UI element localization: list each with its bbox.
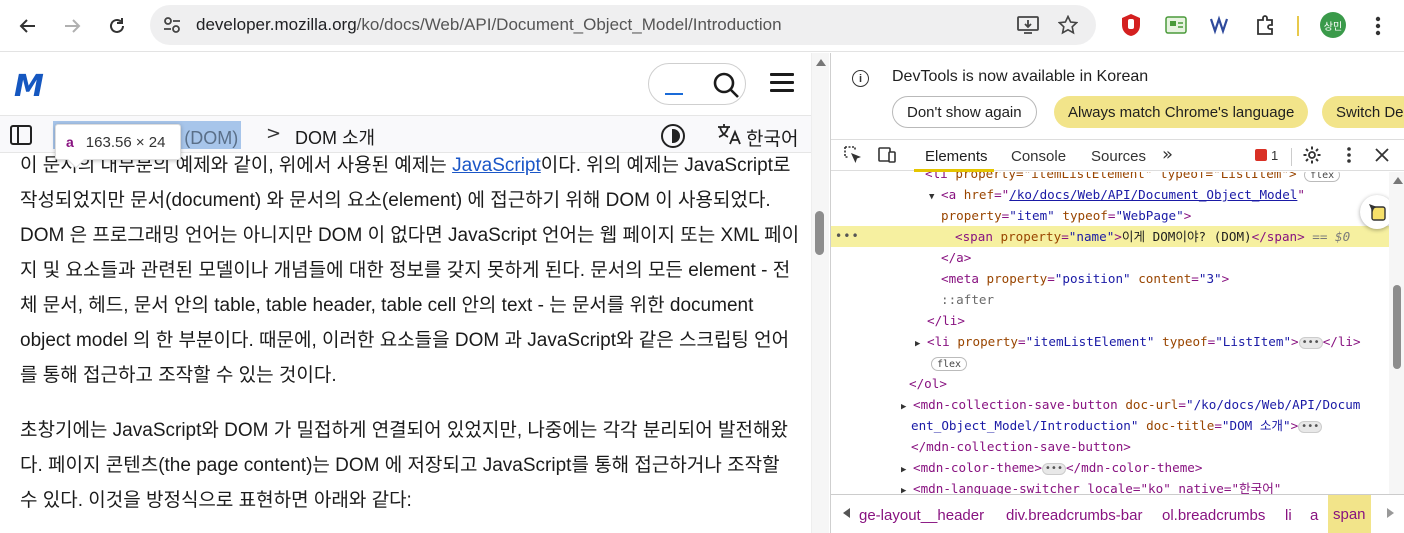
toolbar-separator: [1297, 16, 1299, 36]
inspect-tooltip: a 163.56 × 24: [55, 124, 181, 169]
inspect-element-icon[interactable]: [843, 145, 863, 165]
tooltip-size: 163.56 × 24: [85, 133, 166, 151]
devtools-tabbar: Elements Console Sources » 1: [831, 139, 1404, 172]
tab-separator: [1291, 148, 1292, 166]
node-actions-icon[interactable]: •••: [835, 226, 860, 247]
search-button[interactable]: [648, 63, 746, 105]
reload-icon: [110, 18, 124, 33]
paragraph: 초창기에는 JavaScript와 DOM 가 밀접하게 연결되어 있었지만, …: [20, 420, 788, 511]
url-path: /ko/docs/Web/API/Document_Object_Model/I…: [356, 15, 782, 34]
menu-hamburger-icon[interactable]: [770, 73, 794, 93]
collapsed-ellipsis[interactable]: •••: [1298, 336, 1323, 349]
error-count[interactable]: 1: [1271, 148, 1278, 163]
dom-node[interactable]: ▶ <mdn-collection-save-button doc-url="/k…: [831, 394, 1389, 415]
url-host: developer.mozilla.org: [196, 15, 357, 34]
tab-elements[interactable]: Elements: [925, 148, 988, 165]
address-bar[interactable]: developer.mozilla.org/ko/docs/Web/API/Do…: [150, 5, 1096, 45]
pseudo-element[interactable]: ::after: [831, 289, 1389, 310]
dom-node-attrs: ent_Object_Model/Introduction" doc-title…: [831, 415, 1389, 436]
forward-button[interactable]: [56, 10, 88, 42]
theme-toggle-icon[interactable]: [661, 124, 685, 148]
dom-node[interactable]: <meta property="position" content="3">: [831, 268, 1389, 289]
error-icon[interactable]: [1255, 149, 1267, 161]
extension-shield-icon[interactable]: [1118, 12, 1144, 38]
more-tabs-icon[interactable]: »: [1162, 144, 1173, 165]
page-scrollbar[interactable]: [811, 53, 829, 533]
flex-badge[interactable]: flex: [931, 356, 968, 371]
close-devtools-icon[interactable]: [1372, 145, 1392, 165]
info-icon: i: [852, 70, 869, 87]
crumbs-scroll-right-icon[interactable]: [1387, 508, 1394, 518]
browser-menu-button[interactable]: [1362, 10, 1394, 42]
dt-crumb[interactable]: ge-layout__header: [859, 507, 984, 524]
language-label[interactable]: 한국어: [746, 124, 798, 151]
mdn-logo[interactable]: M: [14, 69, 44, 104]
arrow-right-icon: [65, 19, 81, 33]
collapsed-ellipsis[interactable]: •••: [1041, 462, 1066, 475]
sidebar-toggle-icon[interactable]: [10, 125, 32, 145]
scroll-up-arrow-icon[interactable]: [816, 59, 826, 66]
extension-green-icon[interactable]: [1163, 12, 1189, 38]
tab-sources[interactable]: Sources: [1091, 148, 1146, 165]
search-icon: [713, 72, 739, 98]
site-settings-icon[interactable]: [162, 15, 182, 35]
web-page: M 이게 DOM이야? (DOM) > DOM 소개 한국어 이 문서의 대부분…: [0, 53, 829, 533]
dom-node[interactable]: </li>: [831, 310, 1389, 331]
browser-toolbar: developer.mozilla.org/ko/docs/Web/API/Do…: [0, 0, 1404, 52]
dom-node[interactable]: ▶ <mdn-color-theme> ••• </mdn-color-theme>: [831, 457, 1389, 478]
collapsed-ellipsis[interactable]: •••: [1298, 420, 1323, 433]
dom-node[interactable]: ▶ <li property="itemListElement" typeof="…: [831, 331, 1389, 352]
install-app-icon[interactable]: [1016, 13, 1040, 37]
javascript-link[interactable]: JavaScript: [452, 155, 541, 176]
crumbs-scroll-left-icon[interactable]: [843, 508, 850, 518]
switch-devtools-language-button[interactable]: Switch De: [1322, 96, 1404, 128]
dom-node-selected[interactable]: ••• <span property="name">이게 DOM이야? (DOM…: [831, 226, 1389, 247]
reload-button[interactable]: [101, 10, 133, 42]
tab-console[interactable]: Console: [1011, 148, 1066, 165]
devtools-panel: i DevTools is now available in Korean Do…: [830, 53, 1404, 533]
flex-badge[interactable]: flex: [1304, 172, 1341, 182]
dom-tree: <li property="itemListElement" typeof="L…: [831, 172, 1389, 494]
arrow-left-icon: [19, 19, 35, 33]
devtools-menu-icon[interactable]: [1339, 145, 1359, 165]
profile-avatar[interactable]: 상민: [1320, 12, 1346, 38]
scroll-up-arrow-icon[interactable]: [1393, 177, 1403, 184]
tooltip-tag: a: [66, 134, 74, 150]
dt-crumb[interactable]: ol.breadcrumbs: [1162, 507, 1265, 524]
dom-node[interactable]: ▶ <mdn-language-switcher locale="ko" nati…: [831, 478, 1389, 494]
badge-row: flex: [831, 352, 1389, 373]
dont-show-again-button[interactable]: Don't show again: [892, 96, 1037, 128]
url-text[interactable]: developer.mozilla.org/ko/docs/Web/API/Do…: [196, 15, 782, 35]
settings-gear-icon[interactable]: [1302, 145, 1322, 165]
dom-node[interactable]: ▼ <a href="/ko/docs/Web/API/Document_Obje…: [831, 184, 1389, 205]
dom-tree-scrollbar-thumb[interactable]: [1393, 285, 1401, 369]
breadcrumb-current[interactable]: DOM 소개: [295, 124, 375, 150]
bookmark-star-icon[interactable]: [1056, 13, 1080, 37]
dom-node[interactable]: <li property="itemListElement" typeof="L…: [831, 172, 1389, 184]
back-button[interactable]: [12, 10, 44, 42]
dt-crumb[interactable]: div.breadcrumbs-bar: [1006, 507, 1142, 524]
kebab-menu-icon: [1375, 16, 1381, 36]
translate-icon[interactable]: [716, 122, 742, 151]
extension-wave-icon[interactable]: [1207, 12, 1233, 38]
device-toolbar-icon[interactable]: [877, 145, 897, 165]
dom-node[interactable]: </a>: [831, 247, 1389, 268]
article-content: 이 문서의 대부분의 예제와 같이, 위에서 사용된 예제는 JavaScrip…: [20, 148, 800, 533]
search-caret: [665, 93, 683, 95]
devtools-breadcrumbs: ge-layout__header div.breadcrumbs-bar ol…: [831, 494, 1404, 533]
dom-node[interactable]: </mdn-collection-save-button>: [831, 436, 1389, 457]
always-match-language-button[interactable]: Always match Chrome's language: [1054, 96, 1309, 128]
dom-node[interactable]: </ol>: [831, 373, 1389, 394]
page-scrollbar-thumb[interactable]: [815, 211, 824, 255]
paragraph: 이 문서의 대부분의 예제와 같이, 위에서 사용된 예제는 JavaScrip…: [20, 155, 800, 386]
dt-crumb[interactable]: a: [1310, 507, 1318, 524]
infobar-message: DevTools is now available in Korean: [892, 68, 1149, 85]
breadcrumb-separator: >: [266, 123, 282, 144]
dom-node-attrs: property="item" typeof="WebPage">: [941, 208, 1192, 223]
language-infobar: i DevTools is now available in Korean Do…: [831, 53, 1404, 137]
dt-crumb[interactable]: li: [1285, 507, 1292, 524]
extensions-puzzle-icon[interactable]: [1253, 12, 1279, 38]
dt-crumb-selected[interactable]: span: [1328, 495, 1371, 533]
